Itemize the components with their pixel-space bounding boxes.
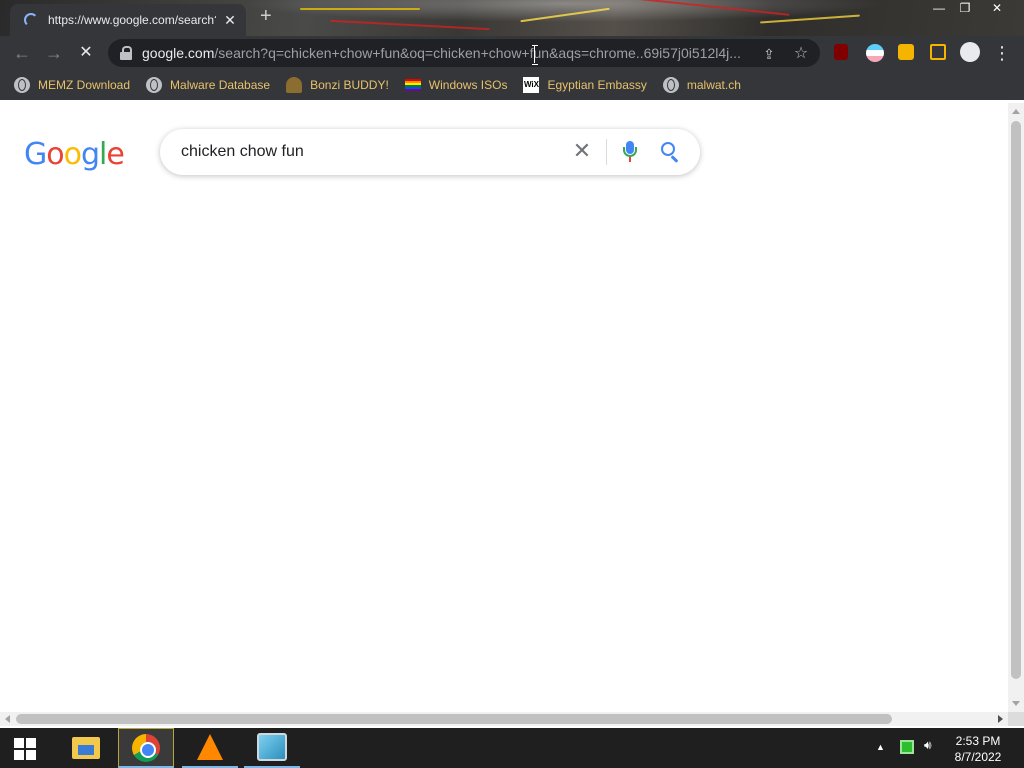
share-icon[interactable]: ⇪ — [760, 45, 778, 63]
browser-toolbar: ← → ✕ google.com/search?q=chicken+chow+f… — [0, 36, 1024, 70]
taskbar: ▲ 🔊︎ 2:53 PM 8/7/2022 — [0, 728, 1024, 768]
search-input[interactable]: chicken chow fun — [181, 143, 304, 161]
globe-icon — [14, 77, 30, 93]
bookmark-label: Egyptian Embassy — [547, 78, 647, 92]
logo-letter: e — [106, 137, 124, 172]
minimize-button[interactable]: — — [926, 0, 952, 18]
clock-time: 2:53 PM — [955, 734, 1001, 748]
clock[interactable]: 2:53 PM 8/7/2022 — [946, 733, 1010, 765]
vertical-scrollbar[interactable] — [1008, 103, 1024, 712]
bookmark-label: malwat.ch — [686, 78, 741, 92]
bookmark-malware-database[interactable]: Malware Database — [146, 77, 270, 93]
extensions-puzzle-icon[interactable] — [898, 44, 914, 60]
close-tab-icon[interactable]: ✕ — [222, 12, 238, 29]
url-host: google.com — [142, 45, 215, 61]
globe-icon — [662, 77, 679, 93]
logo-letter: l — [99, 137, 107, 172]
bookmark-star-icon[interactable]: ☆ — [792, 45, 810, 63]
stop-loading-icon[interactable]: ✕ — [74, 41, 98, 65]
windows-start-icon[interactable] — [14, 738, 36, 760]
url-text[interactable]: google.com/search?q=chicken+chow+fun&oq=… — [142, 45, 750, 61]
back-arrow-icon[interactable]: ← — [10, 41, 34, 65]
wix-icon: WiX — [523, 77, 540, 93]
kebab-menu-icon[interactable]: ⋮ — [990, 41, 1014, 65]
wallpaper-streak — [760, 14, 860, 24]
scroll-left-icon[interactable] — [5, 715, 10, 723]
vlc-icon — [197, 734, 223, 760]
scroll-down-icon[interactable] — [1012, 701, 1020, 706]
title-bar: https://www.google.com/search?q ✕ + — ❐ … — [0, 0, 1024, 36]
maximize-button[interactable]: ❐ — [952, 0, 978, 18]
close-window-button[interactable]: ✕ — [984, 0, 1010, 18]
logo-letter: G — [24, 137, 47, 172]
volume-icon[interactable]: 🔊︎ — [924, 738, 932, 753]
taskbar-vlc[interactable] — [182, 728, 238, 768]
bookmarks-bar: MEMZ Download Malware Database Bonzi BUD… — [0, 70, 1024, 100]
logo-letter: g — [80, 137, 100, 172]
page-viewport: Google chicken chow fun ✕ — [0, 103, 1008, 712]
address-bar[interactable]: google.com/search?q=chicken+chow+fun&oq=… — [108, 39, 820, 67]
horizontal-scrollbar[interactable] — [0, 712, 1008, 726]
loading-spinner-icon — [24, 13, 38, 27]
google-logo[interactable]: Google — [24, 137, 125, 172]
wallpaper-streak — [640, 0, 790, 16]
microphone-icon[interactable] — [622, 141, 638, 163]
taskbar-chrome[interactable] — [118, 728, 174, 768]
tab-title: https://www.google.com/search?q — [48, 13, 216, 27]
wallpaper-streak — [300, 8, 420, 10]
search-divider — [606, 139, 607, 165]
scrollbar-corner — [1008, 712, 1024, 726]
bookmark-label: Windows ISOs — [428, 78, 508, 92]
rainbow-flag-icon — [404, 79, 421, 91]
network-icon[interactable] — [900, 740, 914, 754]
browser-tab[interactable]: https://www.google.com/search?q ✕ — [10, 4, 246, 36]
ublock-origin-icon[interactable] — [834, 44, 848, 60]
bookmark-label: Bonzi BUDDY! — [310, 78, 389, 92]
globe-icon — [146, 77, 163, 93]
bookmark-memz-download[interactable]: MEMZ Download — [14, 77, 130, 93]
scrollbar-thumb[interactable] — [16, 714, 892, 724]
scrollbar-thumb[interactable] — [1011, 121, 1021, 679]
new-tab-button[interactable]: + — [260, 6, 272, 26]
taskbar-winzip[interactable] — [244, 728, 300, 768]
logo-letter: o — [63, 137, 82, 172]
scroll-right-icon[interactable] — [998, 715, 1003, 723]
bookmark-malwatch[interactable]: malwat.ch — [662, 77, 741, 93]
bookmark-egyptian-embassy[interactable]: WiX Egyptian Embassy — [523, 77, 647, 93]
search-box[interactable]: chicken chow fun ✕ — [160, 129, 700, 175]
forward-arrow-icon[interactable]: → — [42, 41, 66, 65]
winzip-icon — [257, 733, 287, 761]
scroll-up-icon[interactable] — [1012, 109, 1020, 114]
clear-search-icon[interactable]: ✕ — [570, 139, 594, 163]
wallpaper-streak — [520, 7, 610, 23]
search-icon[interactable] — [660, 141, 682, 163]
side-panel-icon[interactable] — [930, 44, 946, 60]
bookmark-windows-isos[interactable]: Windows ISOs — [404, 78, 508, 92]
taskbar-file-explorer[interactable] — [58, 728, 114, 768]
bonzi-icon — [286, 77, 303, 93]
url-path: /search?q=chicken+chow+fun&oq=chicken+ch… — [214, 45, 741, 61]
bookmark-bonzi-buddy[interactable]: Bonzi BUDDY! — [286, 77, 389, 93]
profile-avatar-icon[interactable] — [960, 42, 980, 62]
clock-date: 8/7/2022 — [954, 750, 1002, 764]
extension-flag-icon[interactable] — [866, 44, 884, 62]
bookmark-label: Malware Database — [170, 78, 271, 92]
wallpaper-streak — [330, 19, 490, 31]
lock-icon[interactable] — [120, 46, 132, 60]
chrome-icon — [132, 733, 160, 762]
logo-letter: o — [46, 137, 64, 172]
text-cursor-icon — [532, 45, 538, 65]
bookmark-label: MEMZ Download — [38, 78, 131, 92]
tray-chevron-icon[interactable]: ▲ — [876, 742, 885, 752]
folder-icon — [72, 737, 100, 759]
